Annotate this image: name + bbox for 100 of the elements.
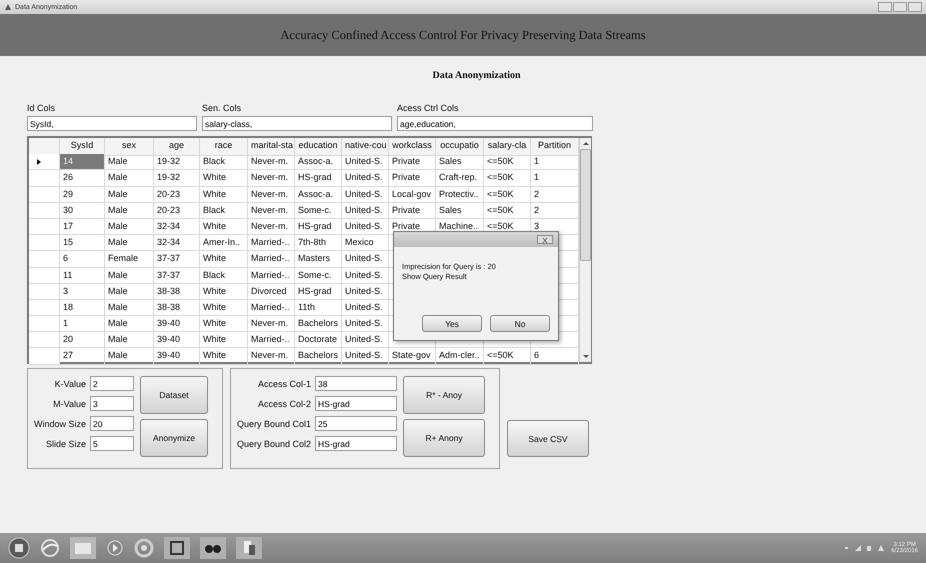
text-field[interactable]: HS-grad [315, 436, 398, 451]
table-cell[interactable]: United-S. [342, 348, 389, 365]
table-cell[interactable]: 18 [60, 300, 105, 316]
document-icon[interactable] [236, 537, 262, 559]
action-button[interactable]: Dataset [140, 376, 208, 414]
table-cell[interactable]: Some-c. [295, 202, 342, 219]
dialog-button[interactable]: No [490, 315, 550, 332]
table-cell[interactable]: Never-m. [248, 170, 295, 187]
table-cell[interactable]: Male [105, 348, 154, 365]
table-cell[interactable]: Married-.. [248, 268, 295, 284]
table-cell[interactable]: 32-34 [154, 218, 200, 236]
close-button[interactable] [537, 235, 553, 244]
table-cell[interactable]: 26 [60, 170, 105, 187]
table-cell[interactable]: 39-40 [154, 348, 200, 365]
column-header[interactable]: age [154, 138, 200, 156]
text-field[interactable]: SysId, [27, 116, 197, 131]
table-cell[interactable]: Some-c. [295, 268, 342, 284]
text-field[interactable]: age,education, [397, 116, 593, 131]
window-icon[interactable] [164, 537, 190, 559]
table-cell[interactable]: Male [105, 300, 154, 316]
table-cell[interactable]: White [200, 284, 248, 300]
table-cell[interactable]: 1 [60, 316, 105, 332]
table-cell[interactable]: United-S. [342, 186, 389, 203]
table-cell[interactable]: HS-grad [295, 218, 342, 236]
table-cell[interactable]: 7th-8th [295, 235, 342, 252]
table-cell[interactable]: White [200, 300, 248, 316]
table-cell[interactable]: Male [105, 284, 154, 300]
table-cell[interactable]: Bachelors [295, 348, 342, 365]
column-header[interactable]: salary-cla [484, 138, 531, 156]
table-cell[interactable]: 39-40 [154, 332, 200, 348]
table-cell[interactable]: Male [105, 170, 154, 187]
table-cell[interactable]: Local-gov [389, 186, 436, 203]
table-cell[interactable]: United-S. [342, 170, 389, 187]
table-cell[interactable]: <=50K [484, 202, 531, 219]
table-cell[interactable]: White [200, 348, 248, 365]
table-cell[interactable]: Black [200, 154, 248, 170]
table-cell[interactable]: 37-37 [154, 251, 200, 268]
table-cell[interactable]: 30 [60, 202, 105, 219]
folder-icon[interactable] [70, 537, 96, 559]
table-cell[interactable]: Assoc-a. [295, 186, 342, 203]
table-cell[interactable]: Never-m. [248, 218, 295, 236]
action-button[interactable]: Anonymize [140, 419, 208, 457]
table-cell[interactable]: 20 [60, 332, 105, 348]
column-header[interactable]: occupatio [436, 138, 484, 156]
table-cell[interactable]: Black [200, 202, 248, 219]
table-cell[interactable]: <=50K [484, 348, 531, 365]
table-cell[interactable]: Amer-In.. [200, 235, 248, 252]
text-field[interactable]: 3 [90, 396, 134, 411]
column-header[interactable]: Partition [531, 138, 579, 156]
table-cell[interactable]: Male [105, 316, 154, 332]
text-field[interactable]: 2 [90, 376, 134, 391]
table-cell[interactable]: 38-38 [154, 284, 200, 300]
table-cell[interactable]: White [200, 316, 248, 332]
action-button[interactable]: R* - Anoy [403, 376, 486, 414]
table-cell[interactable]: Divorced [248, 284, 295, 300]
swirl-icon[interactable] [134, 538, 154, 558]
table-cell[interactable]: White [200, 251, 248, 268]
table-cell[interactable]: Masters [295, 251, 342, 268]
table-cell[interactable]: United-S. [342, 316, 389, 332]
table-cell[interactable]: 20-23 [154, 202, 200, 219]
table-cell[interactable]: Craft-rep. [436, 170, 484, 187]
table-cell[interactable]: 32-34 [154, 235, 200, 252]
table-cell[interactable]: 14 [60, 154, 105, 170]
dialog-button[interactable]: Yes [422, 315, 482, 332]
table-cell[interactable]: State-gov [389, 348, 436, 365]
table-cell[interactable]: United-S. [342, 202, 389, 219]
table-cell[interactable]: Black [200, 268, 248, 284]
table-cell[interactable]: Female [105, 251, 154, 268]
column-header[interactable]: race [200, 138, 248, 156]
table-cell[interactable]: White [200, 218, 248, 236]
column-header[interactable]: sex [105, 138, 154, 156]
table-cell[interactable]: Protectiv.. [436, 186, 484, 203]
table-cell[interactable]: <=50K [484, 186, 531, 203]
table-cell[interactable]: 17 [60, 218, 105, 236]
column-header[interactable]: marital-sta [248, 138, 295, 156]
table-cell[interactable]: Never-m. [248, 154, 295, 170]
table-cell[interactable]: HS-grad [295, 284, 342, 300]
table-cell[interactable]: White [200, 170, 248, 187]
table-cell[interactable]: United-S. [342, 268, 389, 284]
close-button[interactable] [908, 2, 922, 12]
text-field[interactable]: 38 [315, 376, 398, 391]
table-cell[interactable]: United-S. [342, 300, 389, 316]
table-cell[interactable]: Private [389, 154, 436, 170]
table-cell[interactable]: Married-.. [248, 251, 295, 268]
table-cell[interactable]: Male [105, 218, 154, 236]
table-cell[interactable]: Married-.. [248, 235, 295, 252]
action-button[interactable]: R+ Anony [403, 419, 486, 457]
table-cell[interactable]: White [200, 186, 248, 203]
start-button[interactable] [8, 537, 30, 559]
table-cell[interactable]: <=50K [484, 170, 531, 187]
table-cell[interactable]: Sales [436, 154, 484, 170]
scrollbar[interactable] [579, 138, 591, 362]
table-cell[interactable]: Assoc-a. [295, 154, 342, 170]
table-cell[interactable]: Adm-cler.. [436, 348, 484, 365]
table-cell[interactable]: Male [105, 154, 154, 170]
table-cell[interactable]: 6 [60, 251, 105, 268]
table-cell[interactable]: Never-m. [248, 202, 295, 219]
table-cell[interactable]: Male [105, 202, 154, 219]
table-cell[interactable]: Never-m. [248, 186, 295, 203]
table-cell[interactable]: Private [389, 170, 436, 187]
